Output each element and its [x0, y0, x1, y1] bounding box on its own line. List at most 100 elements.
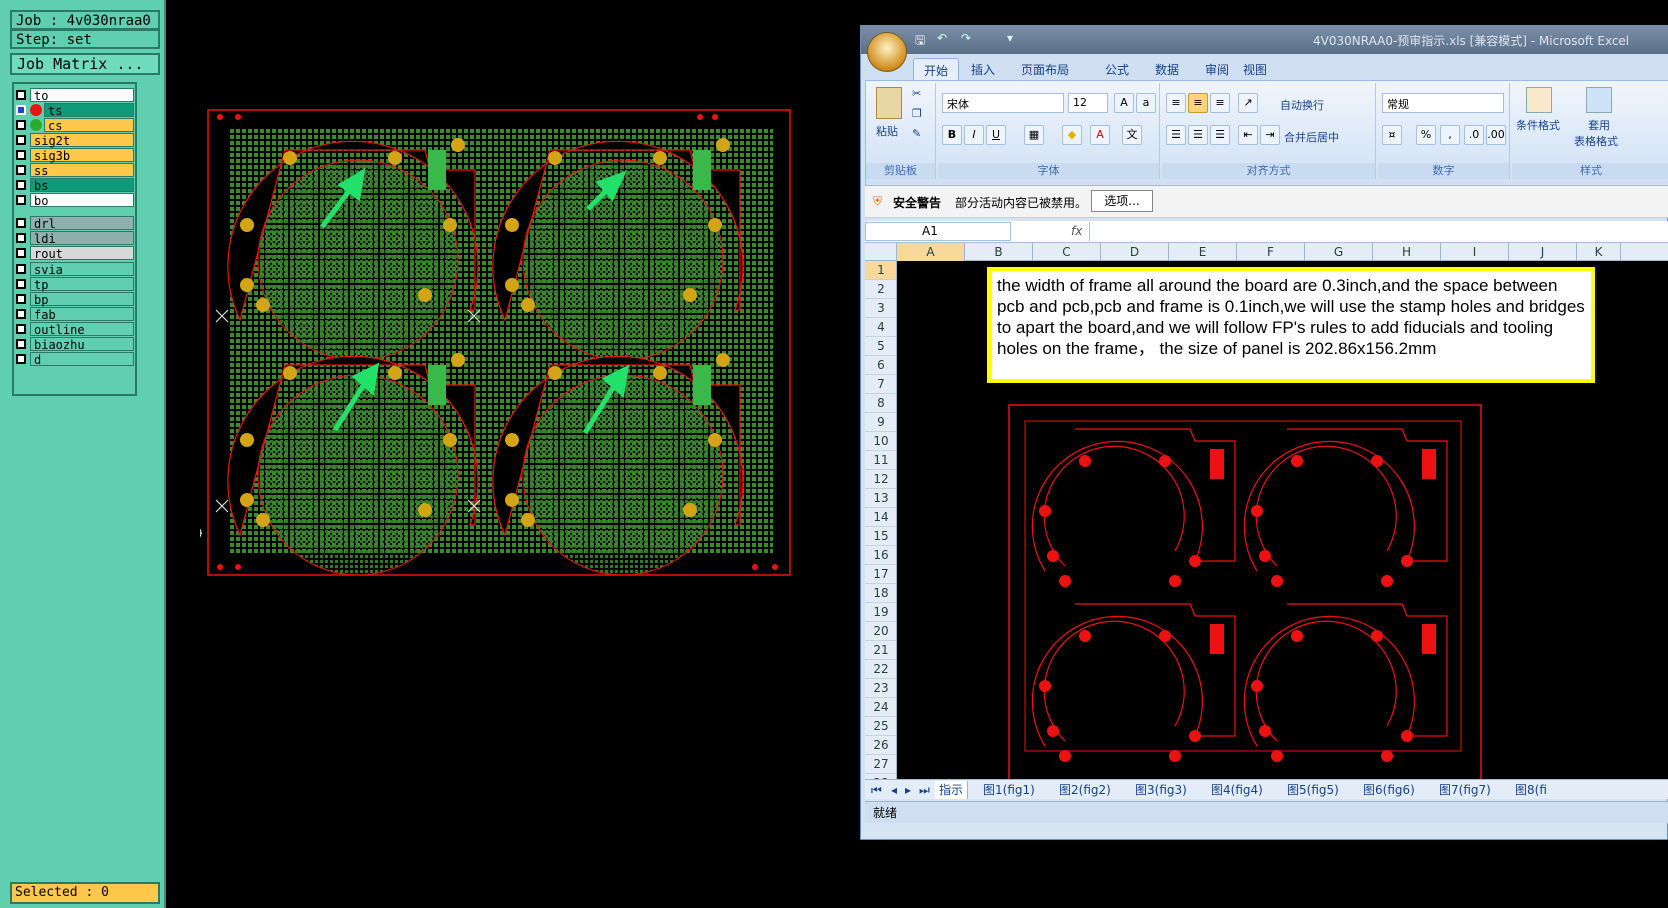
row-header[interactable]: 6 — [865, 356, 896, 375]
quick-access-dropdown-icon[interactable]: ▾ — [1007, 31, 1013, 45]
align-center-icon[interactable]: ☰ — [1188, 125, 1208, 145]
instruction-textbox[interactable]: the width of frame all around the board … — [987, 267, 1595, 383]
tab-data[interactable]: 数据 — [1145, 58, 1189, 80]
layer-name[interactable]: to — [30, 88, 134, 103]
layer-row-fab[interactable]: fab — [16, 307, 134, 322]
row-header[interactable]: 20 — [865, 622, 896, 641]
sheet-nav-first-icon[interactable]: ⏮ — [867, 781, 886, 799]
shrink-font-icon[interactable]: a — [1136, 93, 1156, 113]
layer-checkbox[interactable] — [16, 218, 26, 228]
layer-checkbox[interactable] — [16, 279, 26, 289]
layer-name[interactable]: ts — [44, 103, 134, 118]
underline-button[interactable]: U — [986, 125, 1006, 145]
layer-checkbox[interactable] — [16, 233, 26, 243]
tab-page-layout[interactable]: 页面布局 — [1011, 58, 1079, 80]
layer-row-d[interactable]: d — [16, 352, 134, 367]
row-header[interactable]: 27 — [865, 755, 896, 774]
row-header[interactable]: 21 — [865, 641, 896, 660]
sheet-nav-last-icon[interactable]: ⏭ — [915, 781, 934, 799]
sheet-nav-next-icon[interactable]: ▸ — [901, 781, 915, 799]
phonetic-icon[interactable]: 文 — [1122, 125, 1142, 145]
row-header[interactable]: 10 — [865, 432, 896, 451]
layer-name[interactable]: bp — [30, 292, 134, 307]
align-right-icon[interactable]: ☰ — [1210, 125, 1230, 145]
paste-icon[interactable] — [876, 87, 902, 119]
layer-name[interactable]: fab — [30, 307, 134, 322]
italic-button[interactable]: I — [964, 125, 984, 145]
layer-name[interactable]: ss — [30, 163, 134, 178]
percent-icon[interactable]: % — [1416, 125, 1436, 145]
layer-checkbox[interactable] — [16, 248, 26, 258]
layer-row-svia[interactable]: svia — [16, 262, 134, 277]
decrease-decimal-icon[interactable]: .00 — [1486, 125, 1506, 145]
increase-indent-icon[interactable]: ⇥ — [1260, 125, 1280, 145]
column-header[interactable]: K — [1577, 243, 1621, 261]
layer-checkbox[interactable] — [16, 294, 26, 304]
wrap-text-button[interactable]: 自动换行 — [1280, 97, 1324, 113]
layer-name[interactable]: bs — [30, 178, 134, 193]
layer-row-drl[interactable]: drl — [16, 216, 134, 231]
row-header[interactable]: 2 — [865, 280, 896, 299]
layer-row-bp[interactable]: bp — [16, 292, 134, 307]
column-header[interactable]: I — [1441, 243, 1509, 261]
job-matrix-button[interactable]: Job Matrix ... — [10, 53, 160, 75]
sheet-tab[interactable]: 图7(fig7) — [1435, 781, 1495, 799]
layer-row-tp[interactable]: tp — [16, 277, 134, 292]
merge-center-button[interactable]: 合并后居中 — [1284, 129, 1339, 145]
row-header[interactable]: 7 — [865, 375, 896, 394]
align-bottom-icon[interactable]: ≡ — [1210, 93, 1230, 113]
row-header[interactable]: 25 — [865, 717, 896, 736]
sheet-tab[interactable]: 图6(fig6) — [1359, 781, 1419, 799]
layer-name[interactable]: d — [30, 352, 134, 367]
font-size-select[interactable]: 12 — [1068, 93, 1108, 113]
row-header[interactable]: 14 — [865, 508, 896, 527]
layer-row-to[interactable]: to — [16, 88, 134, 103]
office-button[interactable] — [867, 32, 907, 72]
align-left-icon[interactable]: ☰ — [1166, 125, 1186, 145]
layer-name[interactable]: ldi — [30, 231, 134, 246]
layer-name[interactable]: drl — [30, 216, 134, 231]
fx-icon[interactable]: fx — [1071, 224, 1082, 238]
layer-row-rout[interactable]: rout — [16, 246, 134, 261]
format-table-label-2[interactable]: 表格格式 — [1574, 133, 1618, 149]
row-header[interactable]: 5 — [865, 337, 896, 356]
layer-name[interactable]: cs — [44, 118, 134, 133]
number-format-select[interactable]: 常规 — [1382, 93, 1504, 113]
copy-icon[interactable]: ❐ — [912, 107, 922, 120]
layer-checkbox[interactable] — [16, 195, 26, 205]
row-header[interactable]: 1 — [865, 261, 896, 280]
undo-icon[interactable]: ↶ — [937, 31, 947, 45]
row-header[interactable]: 19 — [865, 603, 896, 622]
layer-name[interactable]: biaozhu — [30, 337, 134, 352]
row-header[interactable]: 11 — [865, 451, 896, 470]
row-header[interactable]: 8 — [865, 394, 896, 413]
formula-input[interactable] — [1089, 222, 1668, 241]
layer-row-sig2t[interactable]: sig2t — [16, 133, 134, 148]
save-icon[interactable]: 🖫 — [915, 31, 925, 52]
column-header[interactable]: G — [1305, 243, 1373, 261]
row-header[interactable]: 12 — [865, 470, 896, 489]
format-painter-icon[interactable]: ✎ — [912, 127, 921, 140]
align-top-icon[interactable]: ≡ — [1166, 93, 1186, 113]
format-table-label-1[interactable]: 套用 — [1588, 117, 1610, 133]
column-header[interactable]: H — [1373, 243, 1441, 261]
decrease-indent-icon[interactable]: ⇤ — [1238, 125, 1258, 145]
row-header[interactable]: 13 — [865, 489, 896, 508]
layer-row-ts[interactable]: ts — [16, 103, 134, 118]
layer-checkbox[interactable] — [16, 180, 26, 190]
row-header[interactable]: 24 — [865, 698, 896, 717]
layer-row-cs[interactable]: cs — [16, 118, 134, 133]
layer-checkbox[interactable] — [16, 309, 26, 319]
layer-checkbox[interactable] — [16, 354, 26, 364]
row-header[interactable]: 18 — [865, 584, 896, 603]
layer-name[interactable]: bo — [30, 193, 134, 208]
grow-font-icon[interactable]: A — [1114, 93, 1134, 113]
layer-row-biaozhu[interactable]: biaozhu — [16, 337, 134, 352]
increase-decimal-icon[interactable]: .0 — [1464, 125, 1484, 145]
layer-checkbox[interactable] — [16, 135, 26, 145]
layer-name[interactable]: rout — [30, 246, 134, 261]
row-header[interactable]: 16 — [865, 546, 896, 565]
layer-row-sig3b[interactable]: sig3b — [16, 148, 134, 163]
layer-checkbox[interactable] — [16, 120, 26, 130]
sheet-tab[interactable]: 图4(fig4) — [1207, 781, 1267, 799]
